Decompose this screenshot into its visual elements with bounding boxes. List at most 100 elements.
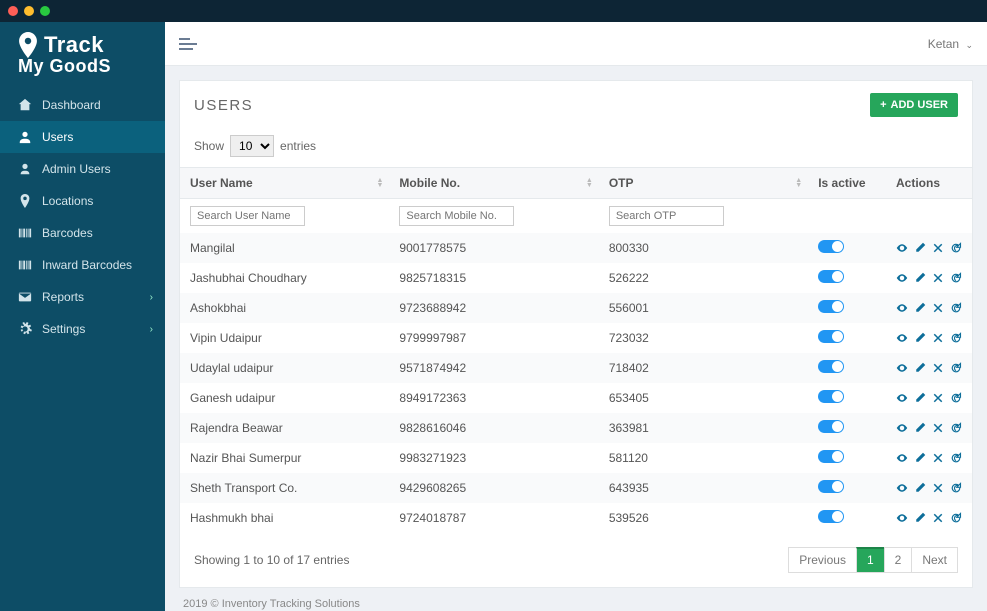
active-toggle[interactable] xyxy=(818,270,844,283)
edit-icon[interactable] xyxy=(914,242,926,254)
delete-icon[interactable] xyxy=(932,332,944,344)
refresh-icon[interactable] xyxy=(950,422,962,434)
refresh-icon[interactable] xyxy=(950,362,962,374)
view-icon[interactable] xyxy=(896,242,908,254)
cell-username: Ashokbhai xyxy=(180,293,389,323)
edit-icon[interactable] xyxy=(914,482,926,494)
cell-username: Hashmukh bhai xyxy=(180,503,389,533)
refresh-icon[interactable] xyxy=(950,452,962,464)
sidebar-item-inward-barcodes[interactable]: Inward Barcodes xyxy=(0,249,165,281)
view-icon[interactable] xyxy=(896,392,908,404)
window-max-dot[interactable] xyxy=(40,6,50,16)
delete-icon[interactable] xyxy=(932,452,944,464)
sidebar-toggle-button[interactable] xyxy=(179,38,197,50)
length-show-label: Show xyxy=(194,139,224,153)
view-icon[interactable] xyxy=(896,332,908,344)
add-user-button[interactable]: + ADD USER xyxy=(870,93,958,117)
view-icon[interactable] xyxy=(896,362,908,374)
sidebar-item-users[interactable]: Users xyxy=(0,121,165,153)
active-toggle[interactable] xyxy=(818,450,844,463)
delete-icon[interactable] xyxy=(932,242,944,254)
users-table: User Name▲▼ Mobile No.▲▼ OTP▲▼ Is active… xyxy=(180,167,972,533)
cell-username: Sheth Transport Co. xyxy=(180,473,389,503)
active-toggle[interactable] xyxy=(818,480,844,493)
sidebar-item-dashboard[interactable]: Dashboard xyxy=(0,89,165,121)
refresh-icon[interactable] xyxy=(950,512,962,524)
table-row: Sheth Transport Co. 9429608265 643935 xyxy=(180,473,972,503)
row-actions xyxy=(896,392,962,404)
window-min-dot[interactable] xyxy=(24,6,34,16)
view-icon[interactable] xyxy=(896,272,908,284)
col-header-mobile[interactable]: Mobile No.▲▼ xyxy=(389,168,598,199)
chevron-right-icon: › xyxy=(150,324,153,335)
table-row: Mangilal 9001778575 800330 xyxy=(180,233,972,263)
refresh-icon[interactable] xyxy=(950,272,962,284)
active-toggle[interactable] xyxy=(818,420,844,433)
col-header-otp[interactable]: OTP▲▼ xyxy=(599,168,808,199)
edit-icon[interactable] xyxy=(914,272,926,284)
view-icon[interactable] xyxy=(896,452,908,464)
edit-icon[interactable] xyxy=(914,392,926,404)
delete-icon[interactable] xyxy=(932,422,944,434)
active-toggle[interactable] xyxy=(818,240,844,253)
filter-otp-input[interactable] xyxy=(609,206,724,226)
col-header-username[interactable]: User Name▲▼ xyxy=(180,168,389,199)
cell-username: Jashubhai Choudhary xyxy=(180,263,389,293)
mail-icon xyxy=(18,290,32,304)
pagination: Previous12Next xyxy=(789,547,958,573)
page-footer: 2019 © Inventory Tracking Solutions xyxy=(179,588,973,610)
pager-prev[interactable]: Previous xyxy=(788,547,857,573)
sort-icon: ▲▼ xyxy=(795,178,802,188)
edit-icon[interactable] xyxy=(914,302,926,314)
row-actions xyxy=(896,482,962,494)
delete-icon[interactable] xyxy=(932,272,944,284)
active-toggle[interactable] xyxy=(818,330,844,343)
filter-mobile-input[interactable] xyxy=(399,206,514,226)
window-close-dot[interactable] xyxy=(8,6,18,16)
refresh-icon[interactable] xyxy=(950,332,962,344)
view-icon[interactable] xyxy=(896,302,908,314)
delete-icon[interactable] xyxy=(932,512,944,524)
edit-icon[interactable] xyxy=(914,332,926,344)
refresh-icon[interactable] xyxy=(950,302,962,314)
cell-username: Vipin Udaipur xyxy=(180,323,389,353)
brand-logo: Track My GoodS xyxy=(0,22,165,89)
edit-icon[interactable] xyxy=(914,362,926,374)
refresh-icon[interactable] xyxy=(950,482,962,494)
entries-select[interactable]: 10 xyxy=(230,135,274,157)
edit-icon[interactable] xyxy=(914,512,926,524)
refresh-icon[interactable] xyxy=(950,242,962,254)
delete-icon[interactable] xyxy=(932,302,944,314)
pin-icon xyxy=(18,32,38,58)
sidebar-item-settings[interactable]: Settings› xyxy=(0,313,165,345)
sidebar-item-admin-users[interactable]: Admin Users xyxy=(0,153,165,185)
active-toggle[interactable] xyxy=(818,300,844,313)
sidebar-item-locations[interactable]: Locations xyxy=(0,185,165,217)
pager-next[interactable]: Next xyxy=(911,547,958,573)
edit-icon[interactable] xyxy=(914,452,926,464)
delete-icon[interactable] xyxy=(932,482,944,494)
filter-username-input[interactable] xyxy=(190,206,305,226)
delete-icon[interactable] xyxy=(932,392,944,404)
sidebar-item-reports[interactable]: Reports› xyxy=(0,281,165,313)
delete-icon[interactable] xyxy=(932,362,944,374)
active-toggle[interactable] xyxy=(818,510,844,523)
pager-page-1[interactable]: 1 xyxy=(856,547,885,573)
sidebar-item-label: Dashboard xyxy=(42,98,101,112)
cell-username: Rajendra Beawar xyxy=(180,413,389,443)
cell-otp: 653405 xyxy=(599,383,808,413)
view-icon[interactable] xyxy=(896,482,908,494)
edit-icon[interactable] xyxy=(914,422,926,434)
view-icon[interactable] xyxy=(896,422,908,434)
pager-page-2[interactable]: 2 xyxy=(884,547,913,573)
view-icon[interactable] xyxy=(896,512,908,524)
sidebar-item-barcodes[interactable]: Barcodes xyxy=(0,217,165,249)
col-header-isactive: Is active xyxy=(808,168,886,199)
cell-otp: 526222 xyxy=(599,263,808,293)
active-toggle[interactable] xyxy=(818,360,844,373)
active-toggle[interactable] xyxy=(818,390,844,403)
user-menu[interactable]: Ketan ⌄ xyxy=(928,37,973,51)
sidebar-item-label: Admin Users xyxy=(42,162,111,176)
refresh-icon[interactable] xyxy=(950,392,962,404)
cell-username: Ganesh udaipur xyxy=(180,383,389,413)
